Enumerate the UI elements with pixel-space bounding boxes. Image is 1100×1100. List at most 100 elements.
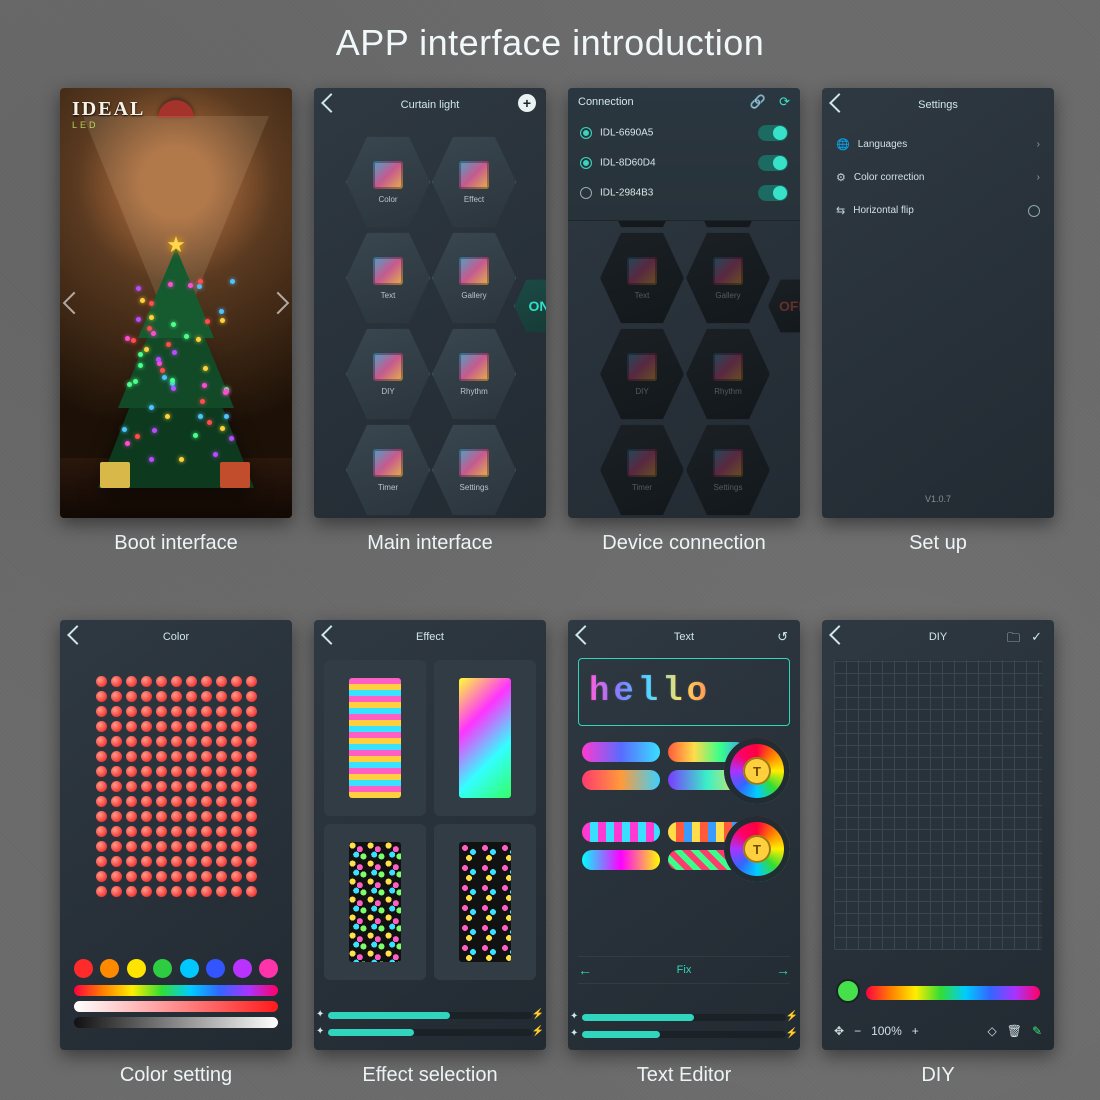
effect-thumbnail[interactable] (324, 660, 426, 816)
caption-device: Device connection (602, 532, 765, 555)
refresh-icon[interactable]: ⟳ (779, 94, 790, 109)
text-style-preset[interactable] (582, 742, 660, 762)
device-row[interactable]: IDL-6690A5 (578, 118, 790, 148)
device-toggle[interactable] (758, 185, 788, 201)
menu-hex-gallery[interactable]: Gallery (686, 230, 770, 326)
link-icon[interactable]: 🔗 (750, 94, 766, 109)
carousel-prev-icon[interactable] (63, 292, 86, 315)
color-swatch[interactable] (153, 959, 172, 978)
led-dot (96, 721, 107, 732)
pen-icon[interactable]: ✎ (1032, 1024, 1042, 1038)
color-swatch[interactable] (233, 959, 252, 978)
zoom-out-icon[interactable]: − (854, 1024, 861, 1038)
effect-thumbnail[interactable] (324, 824, 426, 980)
pixel-canvas[interactable] (834, 660, 1042, 950)
caption-diy: DIY (921, 1064, 954, 1087)
menu-hex-timer[interactable]: Timer (600, 422, 684, 518)
led-dot (231, 751, 242, 762)
effect-thumbnail[interactable] (434, 660, 536, 816)
carousel-next-icon[interactable] (267, 292, 290, 315)
saturation-slider[interactable] (74, 1001, 278, 1012)
led-dot (96, 811, 107, 822)
menu-hex-settings[interactable]: Settings (686, 422, 770, 518)
text-style-preset[interactable] (582, 770, 660, 790)
power-toggle[interactable]: ON (514, 278, 546, 334)
power-toggle[interactable]: OFF (768, 278, 800, 334)
menu-hex-timer[interactable]: Timer (346, 422, 430, 518)
settings-row[interactable]: ⇆Horizontal flip (822, 194, 1054, 227)
menu-hex-diy[interactable]: DIY (346, 326, 430, 422)
color-swatch[interactable] (259, 959, 278, 978)
menu-hex-gallery[interactable]: Gallery (432, 230, 516, 326)
menu-hex-text[interactable]: Text (346, 230, 430, 326)
menu-hex-diy[interactable]: DIY (600, 326, 684, 422)
back-icon[interactable] (67, 625, 87, 645)
hex-icon (373, 449, 403, 477)
mode-label[interactable]: Fix (677, 964, 692, 976)
zoom-in-icon[interactable]: + (912, 1024, 919, 1038)
led-dot (126, 781, 137, 792)
hex-label: Effect (464, 195, 484, 204)
confirm-icon[interactable]: ✓ (1031, 629, 1042, 645)
device-toggle[interactable] (758, 155, 788, 171)
speed-slider[interactable]: ✦⚡ (328, 1012, 532, 1019)
led-dot (231, 721, 242, 732)
hex-label: Settings (714, 483, 743, 492)
hex-label: Text (635, 291, 650, 300)
color-swatch[interactable] (100, 959, 119, 978)
device-toggle[interactable] (758, 125, 788, 141)
color-swatch[interactable] (74, 959, 93, 978)
led-dot (201, 826, 212, 837)
led-dot (231, 706, 242, 717)
zoom-level: 100% (871, 1024, 902, 1038)
brightness-slider[interactable] (74, 1017, 278, 1028)
text-bg-preset[interactable] (582, 850, 660, 870)
back-icon[interactable] (321, 625, 341, 645)
bg-color-wheel[interactable]: T (724, 816, 790, 882)
text-preview[interactable]: hello (578, 658, 790, 726)
speed-slider[interactable]: ✦⚡ (582, 1014, 786, 1021)
back-icon[interactable] (829, 93, 849, 113)
add-button[interactable]: + (518, 94, 536, 112)
led-dot (96, 856, 107, 867)
menu-hex-text[interactable]: Text (600, 230, 684, 326)
led-dot (156, 751, 167, 762)
screen-title: Color (163, 631, 189, 643)
current-color-swatch[interactable] (836, 979, 860, 1003)
move-tool-icon[interactable]: ✥ (834, 1024, 844, 1038)
direction-right-icon[interactable]: → (776, 962, 790, 978)
hex-icon (373, 353, 403, 381)
direction-left-icon[interactable]: ← (578, 962, 592, 978)
effect-thumbnail[interactable] (434, 824, 536, 980)
settings-row[interactable]: ⚙Color correction› (822, 161, 1054, 194)
brightness-slider[interactable]: ✦⚡ (328, 1029, 532, 1036)
menu-hex-rhythm[interactable]: Rhythm (686, 326, 770, 422)
led-dot (216, 781, 227, 792)
back-icon[interactable] (321, 93, 341, 113)
hue-slider[interactable] (74, 985, 278, 996)
radio-icon[interactable] (580, 127, 592, 139)
brightness-slider[interactable]: ✦⚡ (582, 1031, 786, 1038)
text-bg-preset[interactable] (582, 822, 660, 842)
menu-hex-settings[interactable]: Settings (432, 422, 516, 518)
menu-hex-rhythm[interactable]: Rhythm (432, 326, 516, 422)
settings-row[interactable]: 🌐Languages› (822, 128, 1054, 161)
folder-icon[interactable]: 🗀 (1007, 629, 1020, 651)
radio-icon[interactable] (580, 157, 592, 169)
radio-icon[interactable] (1028, 205, 1040, 217)
radio-icon[interactable] (580, 187, 592, 199)
color-swatch[interactable] (206, 959, 225, 978)
history-icon[interactable]: ↺ (777, 629, 788, 645)
color-wheel[interactable]: T (724, 738, 790, 804)
menu-hex-color[interactable]: Color (346, 134, 430, 230)
device-row[interactable]: IDL-8D60D4 (578, 148, 790, 178)
menu-hex-effect[interactable]: Effect (432, 134, 516, 230)
eraser-icon[interactable]: ◇ (987, 1024, 996, 1038)
hue-slider[interactable] (866, 986, 1040, 1000)
color-swatch[interactable] (127, 959, 146, 978)
delete-icon[interactable]: 🗑 (1007, 1024, 1022, 1038)
color-swatch[interactable] (180, 959, 199, 978)
back-icon[interactable] (829, 625, 849, 645)
device-row[interactable]: IDL-2984B3 (578, 178, 790, 208)
back-icon[interactable] (575, 625, 595, 645)
